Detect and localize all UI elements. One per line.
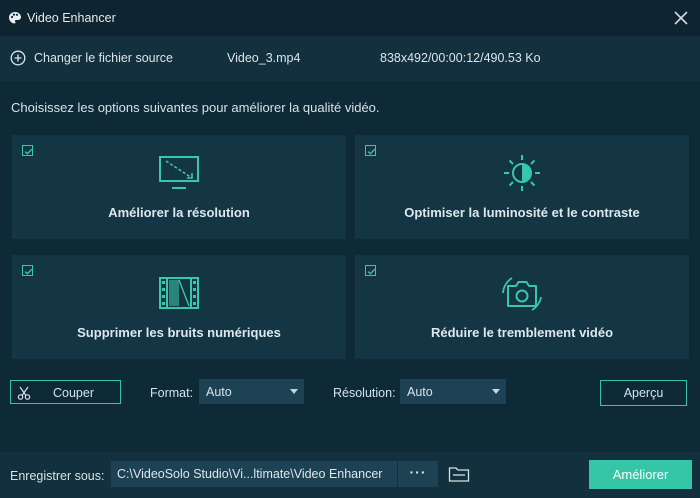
source-file-info: 838x492/00:00:12/490.53 Ko <box>380 51 541 65</box>
brightness-icon <box>504 155 540 191</box>
resolution-select[interactable]: Auto <box>400 379 506 404</box>
stabilize-camera-icon <box>502 277 542 311</box>
source-filename: Video_3.mp4 <box>227 51 301 65</box>
enhance-button[interactable]: Améliorer <box>589 460 692 489</box>
window-title: Video Enhancer <box>27 11 116 25</box>
check-icon <box>24 268 33 275</box>
checkbox-remove-noise[interactable] <box>22 265 33 276</box>
option-label: Optimiser la luminosité et le contraste <box>404 205 640 220</box>
option-card-brightness-contrast[interactable]: Optimiser la luminosité et le contraste <box>355 135 689 239</box>
film-noise-icon <box>159 277 199 309</box>
caret-down-icon <box>290 389 298 394</box>
preview-button[interactable]: Aperçu <box>600 380 687 406</box>
check-icon <box>24 148 33 155</box>
checkbox-reduce-shake[interactable] <box>365 265 376 276</box>
option-card-upscale-resolution[interactable]: Améliorer la résolution <box>12 135 346 239</box>
caret-down-icon <box>492 389 500 394</box>
checkbox-upscale-resolution[interactable] <box>22 145 33 156</box>
format-value: Auto <box>206 385 232 399</box>
resolution-value: Auto <box>407 385 433 399</box>
change-source-label: Changer le fichier source <box>34 51 173 65</box>
instruction-text: Choisissez les options suivantes pour am… <box>11 100 380 115</box>
output-path-field[interactable]: C:\VideoSolo Studio\Vi...ltimate\Video E… <box>111 461 397 487</box>
option-card-reduce-shake[interactable]: Réduire le tremblement vidéo <box>355 255 689 359</box>
cut-label: Couper <box>53 386 94 400</box>
check-icon <box>367 148 376 155</box>
plus-circle-icon <box>10 50 26 66</box>
option-label: Supprimer les bruits numériques <box>77 325 281 340</box>
option-label: Améliorer la résolution <box>108 205 250 220</box>
check-icon <box>367 268 376 275</box>
save-bar: Enregistrer sous: C:\VideoSolo Studio\Vi… <box>0 452 700 498</box>
folder-icon[interactable] <box>448 465 470 483</box>
upscale-monitor-icon <box>159 156 199 189</box>
resolution-label: Résolution: <box>333 386 396 400</box>
browse-button[interactable]: ··· <box>398 461 438 487</box>
cut-button[interactable]: Couper <box>10 380 121 404</box>
close-icon[interactable] <box>672 9 690 27</box>
option-label: Réduire le tremblement vidéo <box>430 325 614 340</box>
scissors-icon <box>17 386 31 400</box>
palette-icon <box>9 12 21 24</box>
title-bar: Video Enhancer <box>0 0 700 36</box>
format-label: Format: <box>150 386 194 400</box>
format-select[interactable]: Auto <box>199 379 304 404</box>
change-source-button[interactable]: Changer le fichier source <box>10 50 173 66</box>
save-location-label: Enregistrer sous: <box>10 469 105 483</box>
checkbox-brightness-contrast[interactable] <box>365 145 376 156</box>
option-card-remove-noise[interactable]: Supprimer les bruits numériques <box>12 255 346 359</box>
source-info-bar: Changer le fichier source Video_3.mp4 83… <box>0 36 700 81</box>
